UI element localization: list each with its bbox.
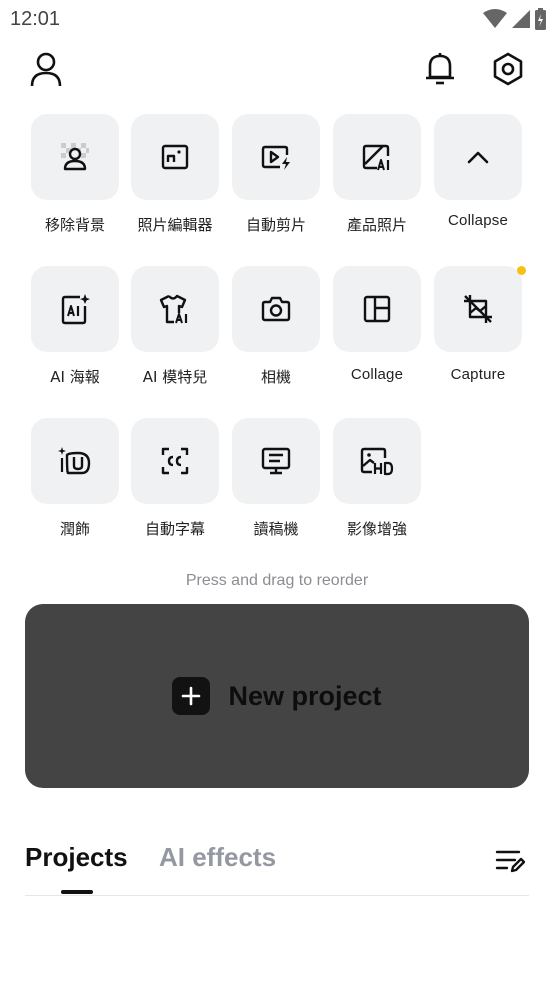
tool-teleprompter[interactable]: 讀稿機 xyxy=(232,418,320,539)
tool-label: 影像增強 xyxy=(346,520,407,538)
ai-model-icon xyxy=(159,294,188,324)
tool-tile[interactable] xyxy=(333,266,421,352)
settings-button[interactable] xyxy=(486,47,530,91)
camera-icon xyxy=(261,296,291,322)
tool-tile[interactable] xyxy=(131,266,219,352)
ai-poster-icon xyxy=(61,294,90,325)
collapse-button[interactable]: Collapse xyxy=(434,114,522,229)
wifi-icon xyxy=(483,9,507,28)
tool-label: 移除背景 xyxy=(44,216,105,234)
photo-editor-icon xyxy=(161,144,189,170)
tool-label: Collapse xyxy=(448,212,508,229)
user-icon xyxy=(30,52,62,87)
new-project-label: New project xyxy=(228,680,382,711)
tool-label: 自動字幕 xyxy=(144,520,205,538)
tool-tile[interactable] xyxy=(333,114,421,200)
status-bar: 12:01 xyxy=(0,0,554,38)
tool-label: 相機 xyxy=(260,368,291,386)
tool-label: 潤飾 xyxy=(59,520,90,538)
tool-label: Collage xyxy=(350,366,404,383)
tool-label: 產品照片 xyxy=(346,216,407,234)
top-bar xyxy=(0,44,554,96)
tool-tile[interactable] xyxy=(333,418,421,504)
settings-hexagon-icon xyxy=(493,52,523,86)
tool-tile[interactable] xyxy=(434,114,522,200)
tool-label: AI 海報 xyxy=(50,368,100,386)
tool-auto-captions[interactable]: 自動字幕 xyxy=(131,418,219,539)
list-edit-icon xyxy=(495,850,525,873)
tool-tile[interactable] xyxy=(31,418,119,504)
tool-retouch[interactable]: 潤飾 xyxy=(31,418,119,539)
status-icons xyxy=(483,8,546,30)
auto-captions-icon xyxy=(161,447,189,475)
cellular-signal-icon xyxy=(512,10,530,28)
tool-capture[interactable]: Capture xyxy=(434,266,522,383)
battery-icon xyxy=(535,8,546,30)
tool-label: Capture xyxy=(450,366,506,383)
auto-cut-icon xyxy=(261,145,290,170)
tool-product-photo[interactable]: 產品照片 xyxy=(333,114,421,235)
content-tabs: Projects AI effects xyxy=(25,836,529,896)
retouch-icon xyxy=(58,447,91,475)
product-photo-icon xyxy=(362,144,390,171)
chevron-up-icon xyxy=(467,151,489,164)
tab-projects[interactable]: Projects xyxy=(25,842,128,873)
tool-label: 自動剪片 xyxy=(245,216,306,234)
tool-remove-background[interactable]: 移除背景 xyxy=(31,114,119,235)
tool-camera[interactable]: 相機 xyxy=(232,266,320,387)
tool-tile[interactable] xyxy=(434,266,522,352)
capture-icon xyxy=(464,295,492,323)
status-time: 12:01 xyxy=(10,8,61,30)
notifications-button[interactable] xyxy=(418,47,462,91)
tool-tile[interactable] xyxy=(232,266,320,352)
remove-background-icon xyxy=(61,143,89,171)
bell-icon xyxy=(426,53,454,85)
tool-ai-poster[interactable]: AI 海報 xyxy=(31,266,119,387)
image-enhance-icon xyxy=(360,447,394,476)
tool-image-enhance[interactable]: 影像增強 xyxy=(333,418,421,539)
tool-ai-model[interactable]: AI 模特兒 xyxy=(131,266,219,387)
tool-tile[interactable] xyxy=(31,266,119,352)
collage-icon xyxy=(363,295,391,323)
profile-button[interactable] xyxy=(24,47,68,91)
new-project-button[interactable]: New project xyxy=(25,604,529,788)
new-indicator-dot xyxy=(517,266,526,275)
tool-tile[interactable] xyxy=(131,114,219,200)
manage-projects-button[interactable] xyxy=(493,844,527,878)
tab-ai-effects[interactable]: AI effects xyxy=(159,842,276,873)
teleprompter-icon xyxy=(261,447,291,475)
tool-tile[interactable] xyxy=(31,114,119,200)
tool-tile[interactable] xyxy=(232,418,320,504)
tool-photo-editor[interactable]: 照片編輯器 xyxy=(131,114,219,235)
reorder-hint: Press and drag to reorder xyxy=(185,572,369,589)
tool-collage[interactable]: Collage xyxy=(333,266,421,383)
tool-tile[interactable] xyxy=(131,418,219,504)
plus-icon xyxy=(172,677,211,715)
tool-tile[interactable] xyxy=(232,114,320,200)
tool-auto-cut[interactable]: 自動剪片 xyxy=(232,114,320,235)
active-tab-indicator xyxy=(61,890,93,894)
tool-label: AI 模特兒 xyxy=(142,368,208,386)
tool-label: 讀稿機 xyxy=(253,520,299,538)
tool-label: 照片編輯器 xyxy=(137,216,213,234)
